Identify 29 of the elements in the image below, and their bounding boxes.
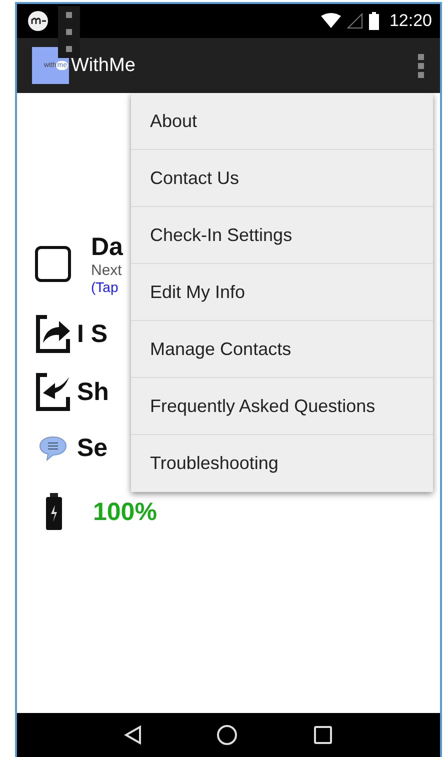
checkin-hint[interactable]: (Tap xyxy=(91,279,118,295)
action-label[interactable]: Se xyxy=(77,434,108,462)
recents-icon[interactable] xyxy=(312,725,333,745)
back-icon[interactable] xyxy=(124,725,142,745)
battery-charging-icon xyxy=(45,493,63,531)
app-title: WithMe xyxy=(71,54,136,76)
checkbox[interactable] xyxy=(35,246,71,282)
signal-icon xyxy=(347,13,364,29)
receive-icon[interactable] xyxy=(35,371,71,413)
battery-icon xyxy=(369,12,380,30)
chat-bubble-icon[interactable] xyxy=(39,435,67,461)
checkin-title: Da xyxy=(91,233,123,262)
menu-item[interactable]: Manage Contacts xyxy=(131,321,433,378)
menu-item[interactable]: Contact Us xyxy=(131,150,433,207)
menu-item[interactable]: Edit My Info xyxy=(131,264,433,321)
overflow-icon[interactable] xyxy=(58,6,80,58)
menu-item[interactable]: Frequently Asked Questions xyxy=(131,378,433,435)
action-label[interactable]: Sh xyxy=(77,378,109,406)
share-icon[interactable] xyxy=(35,313,71,355)
checkin-subtitle: Next xyxy=(91,262,122,279)
menu-item[interactable]: About xyxy=(131,93,433,150)
home-icon[interactable] xyxy=(216,724,238,746)
menu-item[interactable]: Check-In Settings xyxy=(131,207,433,264)
clock: 12:20 xyxy=(389,11,432,31)
battery-reading: 100% xyxy=(93,498,157,526)
wifi-icon xyxy=(321,13,342,29)
menu-item[interactable]: Troubleshooting xyxy=(131,435,433,492)
action-label[interactable]: I S xyxy=(77,320,108,348)
app-notification-icon xyxy=(27,10,49,32)
